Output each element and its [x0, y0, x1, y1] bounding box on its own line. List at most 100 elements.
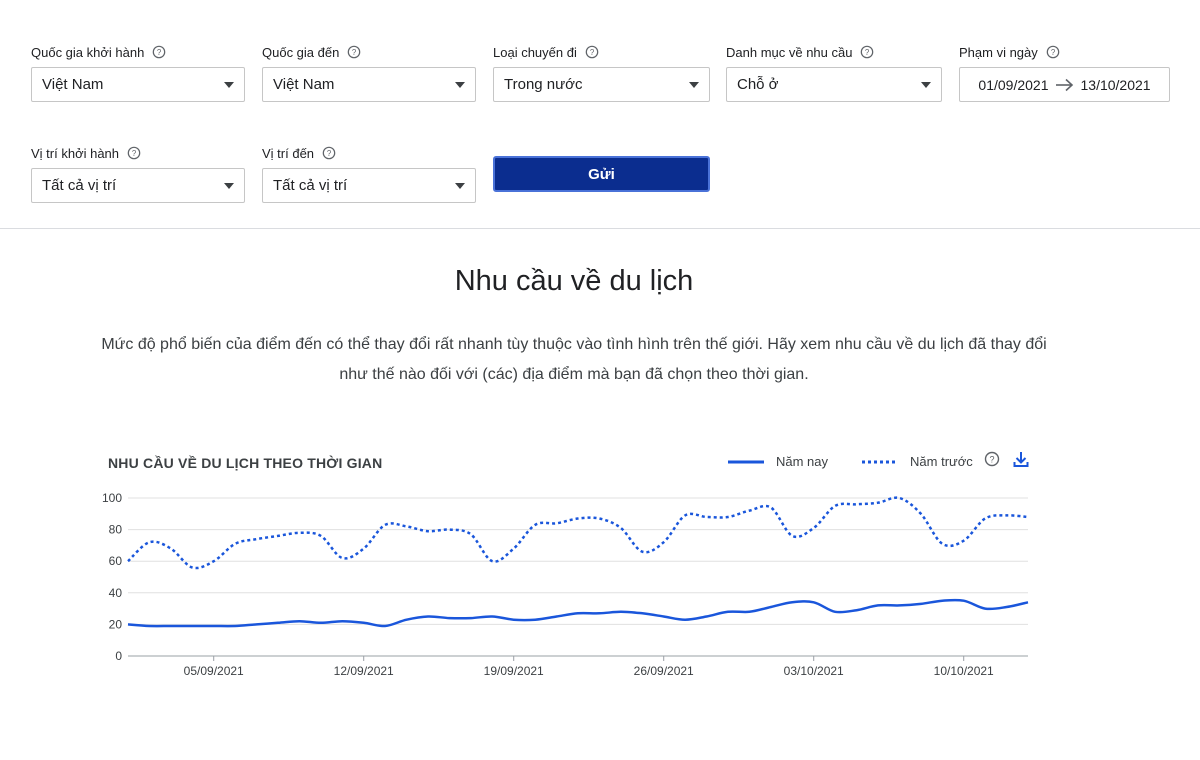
legend-item-this-year[interactable]: Năm nay — [728, 454, 828, 469]
data-point-last-year — [896, 495, 902, 501]
legend-label-this-year: Năm nay — [776, 454, 829, 469]
data-point-this-year — [1025, 599, 1031, 605]
origin-location-field: Vị trí khởi hành ? Tất cả vị trí — [31, 144, 245, 203]
chevron-down-icon — [455, 81, 465, 88]
help-circle-icon[interactable]: ? — [585, 45, 599, 59]
help-circle-icon[interactable]: ? — [860, 45, 874, 59]
dest-location-field: Vị trí đến ? Tất cả vị trí — [262, 144, 476, 203]
data-point-this-year — [489, 614, 495, 620]
data-point-last-year — [554, 520, 560, 526]
data-point-last-year — [725, 514, 731, 520]
dest-country-label: Quốc gia đến — [262, 44, 340, 60]
section-description: Mức độ phổ biến của điểm đến có thể thay… — [101, 336, 1047, 383]
data-point-last-year — [682, 512, 688, 518]
section-heading: Nhu cầu về du lịch — [454, 265, 694, 297]
chevron-down-icon — [224, 182, 234, 189]
data-point-this-year — [896, 602, 902, 608]
chevron-down-icon — [224, 81, 234, 88]
legend-swatch-dotted — [862, 460, 899, 463]
trip-type-select[interactable]: Trong nước — [493, 67, 710, 102]
data-point-last-year — [875, 500, 881, 506]
data-point-this-year — [618, 609, 624, 615]
data-point-this-year — [575, 610, 581, 616]
submit-button[interactable]: Gửi — [493, 156, 710, 192]
data-point-last-year — [254, 536, 260, 542]
svg-text:?: ? — [865, 48, 870, 57]
help-circle-icon[interactable]: ? — [127, 146, 141, 160]
data-point-this-year — [768, 604, 774, 610]
svg-text:?: ? — [132, 149, 137, 158]
demand-line-chart: 0 20 40 60 80 100 05/09/2021 12/09/2021 19/09/20… — [102, 491, 1031, 678]
data-point-this-year — [596, 610, 602, 616]
chevron-down-icon — [689, 81, 699, 88]
data-point-last-year — [811, 525, 817, 531]
trip-type-value: Trong nước — [504, 76, 583, 93]
help-circle-icon[interactable]: ? — [1046, 45, 1060, 59]
data-point-last-year — [768, 504, 774, 510]
data-point-last-year — [361, 546, 367, 552]
data-point-this-year — [532, 617, 538, 623]
dest-country-value: Việt Nam — [273, 76, 335, 93]
chart-title: NHU CẦU VỀ DU LỊCH THEO THỜI GIAN — [108, 455, 383, 471]
help-circle-icon[interactable]: ? — [984, 451, 1000, 467]
dest-location-label: Vị trí đến — [262, 145, 315, 161]
help-circle-icon[interactable]: ? — [322, 146, 336, 160]
data-point-this-year — [361, 620, 367, 626]
y-tick-label: 40 — [109, 586, 123, 600]
data-point-last-year — [168, 546, 174, 552]
date-range-picker[interactable]: 01/09/2021 13/10/2021 — [959, 67, 1170, 102]
data-point-last-year — [146, 539, 152, 545]
origin-country-value: Việt Nam — [42, 76, 104, 93]
origin-location-select[interactable]: Tất cả vị trí — [31, 168, 245, 203]
demand-category-select[interactable]: Chỗ ở — [726, 67, 942, 102]
date-range-start: 01/09/2021 — [978, 76, 1049, 93]
data-point-this-year — [511, 617, 517, 623]
data-point-last-year — [468, 531, 474, 537]
data-point-this-year — [875, 602, 881, 608]
data-point-this-year — [789, 599, 795, 605]
chevron-down-icon — [455, 182, 465, 189]
dest-location-select[interactable]: Tất cả vị trí — [262, 168, 476, 203]
data-point-this-year — [832, 609, 838, 615]
x-tick-label: 26/09/2021 — [634, 664, 694, 678]
data-point-this-year — [275, 620, 281, 626]
data-point-this-year — [704, 614, 710, 620]
y-tick-label: 20 — [109, 617, 123, 631]
data-point-this-year — [254, 621, 260, 627]
x-tick-label: 03/10/2021 — [784, 664, 844, 678]
svg-text:?: ? — [590, 48, 595, 57]
dest-country-select[interactable]: Việt Nam — [262, 67, 476, 102]
x-tick-label: 10/10/2021 — [934, 664, 994, 678]
data-point-this-year — [854, 607, 860, 613]
data-point-last-year — [789, 533, 795, 539]
data-point-last-year — [318, 533, 324, 539]
origin-country-field: Quốc gia khởi hành ? Việt Nam — [31, 43, 245, 102]
help-circle-icon[interactable]: ? — [347, 45, 361, 59]
y-tick-label: 60 — [109, 554, 123, 568]
data-point-last-year — [382, 522, 388, 528]
data-point-last-year — [939, 541, 945, 547]
data-point-this-year — [1004, 604, 1010, 610]
data-point-last-year — [746, 508, 752, 514]
origin-country-select[interactable]: Việt Nam — [31, 67, 245, 102]
y-tick-label: 0 — [115, 649, 122, 663]
data-point-this-year — [661, 614, 667, 620]
series-line-last-year — [127, 496, 1029, 570]
chart-legend: Năm nay Năm trước — [728, 454, 1007, 469]
help-circle-icon[interactable]: ? — [152, 45, 166, 59]
data-point-this-year — [468, 615, 474, 621]
data-point-last-year — [596, 516, 602, 522]
data-point-last-year — [296, 530, 302, 536]
x-tick-label: 05/09/2021 — [184, 664, 244, 678]
origin-location-value: Tất cả vị trí — [42, 177, 117, 194]
data-point-this-year — [746, 609, 752, 615]
download-icon[interactable] — [1013, 451, 1029, 468]
data-point-last-year — [489, 558, 495, 564]
legend-item-last-year[interactable]: Năm trước — [862, 454, 973, 469]
data-point-last-year — [854, 501, 860, 507]
data-point-last-year — [1004, 512, 1010, 518]
svg-text:?: ? — [352, 48, 357, 57]
svg-text:?: ? — [989, 455, 994, 465]
data-point-this-year — [318, 620, 324, 626]
data-point-last-year — [575, 516, 581, 522]
